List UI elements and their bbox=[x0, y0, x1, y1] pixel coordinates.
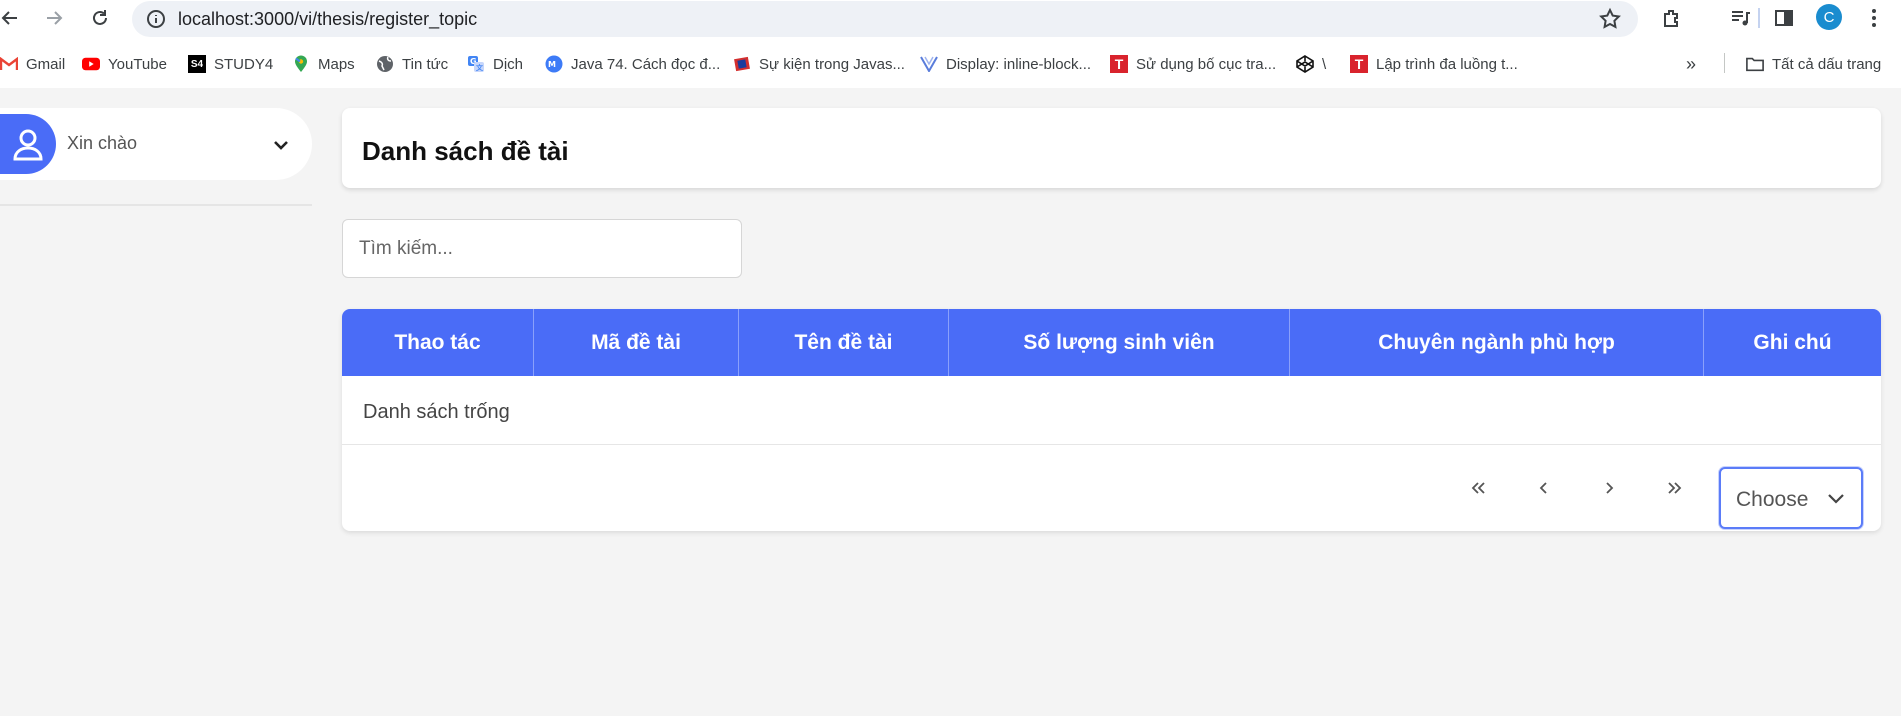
side-panel-icon bbox=[1775, 10, 1793, 26]
bookmarks-bar: Gmail YouTube S4 STUDY4 Maps Tin tức G文 … bbox=[0, 50, 1901, 78]
maps-icon bbox=[292, 55, 310, 73]
codepen-icon bbox=[1296, 55, 1314, 73]
bookmark-label: Dịch bbox=[493, 55, 524, 73]
media-button[interactable] bbox=[1726, 4, 1754, 32]
bookmark-lap-trinh[interactable]: T Lập trình đa luồng t... bbox=[1350, 52, 1518, 76]
double-chevron-left-icon bbox=[1471, 482, 1485, 494]
vue-icon bbox=[920, 55, 938, 73]
empty-message: Danh sách trống bbox=[363, 401, 510, 423]
search-input[interactable] bbox=[342, 219, 742, 278]
site-info-icon[interactable] bbox=[146, 9, 166, 29]
more-vertical-icon bbox=[1872, 9, 1876, 27]
side-panel-button[interactable] bbox=[1770, 4, 1798, 32]
bookmark-label: STUDY4 bbox=[214, 55, 274, 73]
bookmark-youtube[interactable]: YouTube bbox=[82, 52, 167, 76]
column-header-topic-code: Mã đề tài bbox=[534, 309, 739, 376]
bookmark-maps[interactable]: Maps bbox=[292, 52, 355, 76]
user-icon bbox=[13, 129, 43, 161]
bookmark-label: Java 74. Cách đọc đ... bbox=[571, 55, 721, 73]
user-menu[interactable]: Xin chào bbox=[0, 108, 312, 180]
last-page-button[interactable] bbox=[1659, 472, 1691, 504]
column-header-actions: Thao tác bbox=[342, 309, 534, 376]
double-chevron-right-icon bbox=[1668, 482, 1682, 494]
arrow-right-icon bbox=[47, 11, 63, 25]
bookmark-codepen[interactable]: \ bbox=[1296, 52, 1326, 76]
reload-button[interactable] bbox=[86, 4, 114, 32]
svg-text:M: M bbox=[548, 60, 556, 69]
chevron-down-icon bbox=[1828, 494, 1844, 504]
pagination: Choose bbox=[342, 445, 1881, 531]
browser-chrome: localhost:3000/vi/thesis/register_topic … bbox=[0, 0, 1901, 88]
bookmark-star-icon[interactable] bbox=[1598, 7, 1622, 31]
forward-button[interactable] bbox=[40, 4, 68, 32]
study4-icon: S4 bbox=[188, 55, 206, 73]
page-size-select[interactable]: Choose bbox=[1719, 467, 1863, 529]
globe-icon bbox=[376, 55, 394, 73]
bookmark-su-dung[interactable]: T Sử dụng bố cục tra... bbox=[1110, 52, 1276, 76]
bookmark-label: YouTube bbox=[108, 55, 167, 73]
bookmark-dich[interactable]: G文 Dịch bbox=[467, 52, 523, 76]
toolbar-divider bbox=[1758, 8, 1760, 28]
bookmark-su-kien[interactable]: Sự kiện trong Javas... bbox=[733, 52, 905, 76]
empty-table-row: Danh sách trống bbox=[342, 376, 1881, 445]
bookmark-label: Lập trình đa luồng t... bbox=[1376, 55, 1518, 73]
translate-icon: G文 bbox=[467, 55, 485, 73]
chevron-left-icon bbox=[1539, 482, 1547, 494]
bookmark-label: Maps bbox=[318, 55, 355, 73]
next-page-button[interactable] bbox=[1593, 472, 1625, 504]
first-page-button[interactable] bbox=[1462, 472, 1494, 504]
bookmark-label: \ bbox=[1322, 55, 1327, 73]
folder-icon bbox=[1746, 55, 1764, 73]
column-header-student-count: Số lượng sinh viên bbox=[949, 309, 1290, 376]
bookmark-label: Sử dụng bố cục tra... bbox=[1136, 55, 1277, 73]
column-header-major: Chuyên ngành phù hợp bbox=[1290, 309, 1704, 376]
java-icon: M bbox=[545, 55, 563, 73]
book-icon bbox=[733, 55, 751, 73]
page-size-value: Choose bbox=[1736, 488, 1809, 511]
topics-table: Thao tác Mã đề tài Tên đề tài Số lượng s… bbox=[342, 309, 1881, 531]
chevron-right-icon bbox=[1606, 482, 1614, 494]
more-bookmarks-button[interactable]: » bbox=[1686, 52, 1696, 76]
all-bookmarks-label: Tất cả dấu trang bbox=[1772, 55, 1882, 73]
bookmark-java[interactable]: M Java 74. Cách đọc đ... bbox=[545, 52, 720, 76]
browser-menu-button[interactable] bbox=[1860, 4, 1888, 32]
double-chevron-right-icon: » bbox=[1686, 53, 1697, 74]
arrow-left-icon bbox=[1, 11, 17, 25]
gmail-icon bbox=[0, 55, 18, 73]
prev-page-button[interactable] bbox=[1528, 472, 1560, 504]
url-text: localhost:3000/vi/thesis/register_topic bbox=[178, 9, 478, 29]
sidebar-divider bbox=[0, 204, 312, 206]
profile-avatar[interactable]: C bbox=[1816, 4, 1842, 30]
column-header-topic-name: Tên đề tài bbox=[739, 309, 949, 376]
bookmark-label: Display: inline-block... bbox=[946, 55, 1092, 73]
puzzle-icon bbox=[1664, 10, 1678, 27]
bookmark-tin-tuc[interactable]: Tin tức bbox=[376, 52, 448, 76]
back-button[interactable] bbox=[0, 4, 24, 32]
bookmark-label: Sự kiện trong Javas... bbox=[759, 55, 905, 73]
t-icon: T bbox=[1350, 55, 1368, 73]
page-header: Danh sách đề tài bbox=[342, 108, 1881, 188]
bookmark-label: Tin tức bbox=[402, 55, 449, 73]
bookmark-gmail[interactable]: Gmail bbox=[0, 52, 65, 76]
extensions-button[interactable] bbox=[1658, 4, 1686, 32]
greeting-text: Xin chào bbox=[67, 133, 138, 153]
all-bookmarks-button[interactable]: Tất cả dấu trang bbox=[1746, 52, 1881, 76]
youtube-icon bbox=[82, 55, 100, 73]
browser-toolbar: localhost:3000/vi/thesis/register_topic … bbox=[0, 0, 1901, 37]
column-header-notes: Ghi chú bbox=[1753, 330, 1832, 354]
reload-icon bbox=[93, 10, 107, 25]
bookmark-label: Gmail bbox=[26, 55, 66, 73]
chevron-down-icon[interactable] bbox=[270, 134, 292, 156]
playlist-icon bbox=[1732, 11, 1750, 26]
page-title: Danh sách đề tài bbox=[362, 136, 569, 166]
avatar bbox=[0, 114, 56, 174]
bookmark-study4[interactable]: S4 STUDY4 bbox=[188, 52, 273, 76]
svg-text:文: 文 bbox=[476, 63, 484, 72]
t-icon: T bbox=[1110, 55, 1128, 73]
bookmarks-divider bbox=[1724, 53, 1725, 73]
table-header: Thao tác Mã đề tài Tên đề tài Số lượng s… bbox=[342, 309, 1881, 376]
address-bar[interactable]: localhost:3000/vi/thesis/register_topic bbox=[132, 1, 1638, 37]
bookmark-display[interactable]: Display: inline-block... bbox=[920, 52, 1091, 76]
